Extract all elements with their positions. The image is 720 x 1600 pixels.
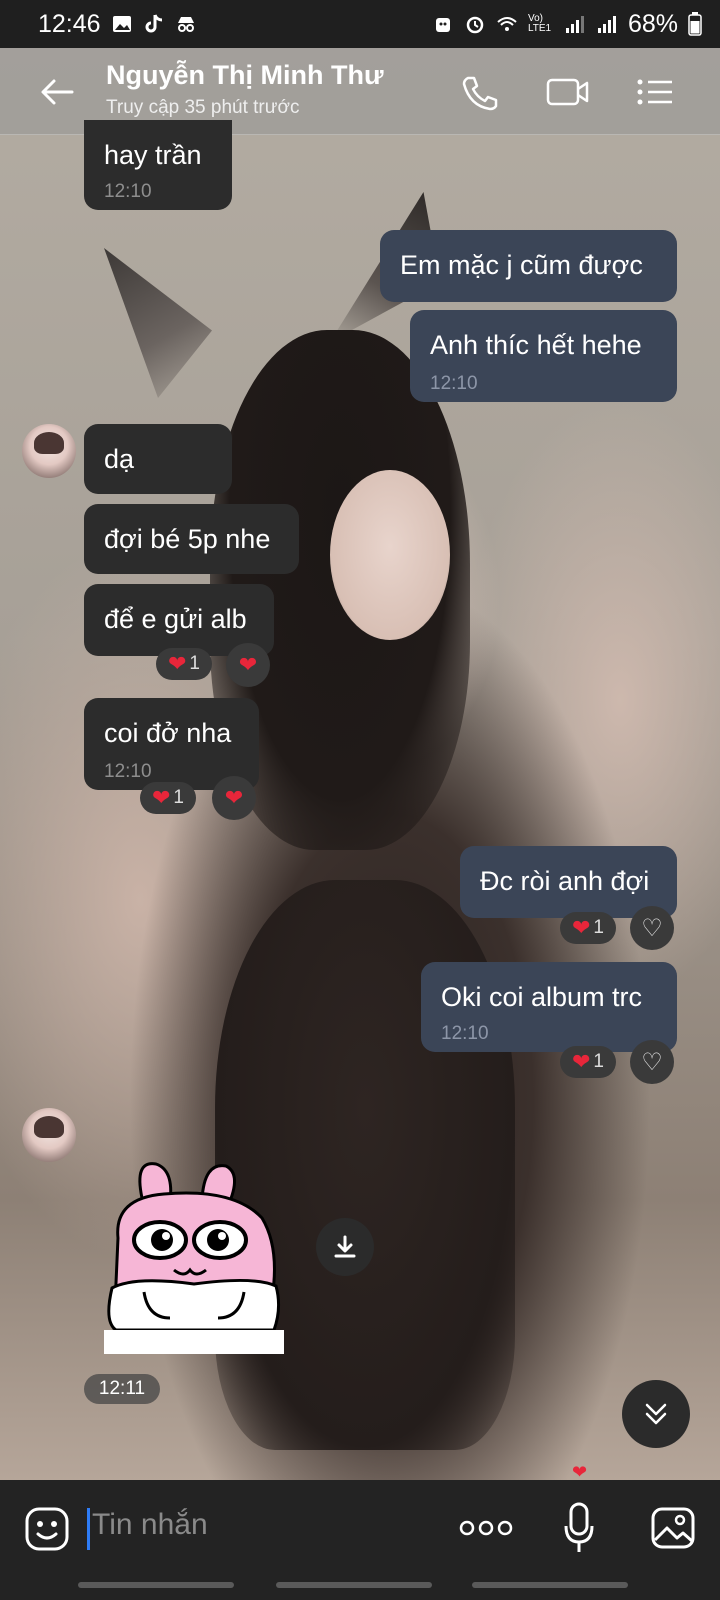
microphone-icon[interactable] [564, 1502, 594, 1554]
react-button[interactable]: ❤ [212, 776, 256, 820]
phone-call-icon[interactable] [458, 72, 502, 112]
incognito-icon [177, 17, 194, 32]
reaction-count: 1 [593, 917, 604, 938]
reaction-summary[interactable]: ❤ 1 [560, 912, 616, 944]
bunny-sticker[interactable] [104, 1158, 284, 1354]
status-bar: 12:46 Vo) LTE1 68% [0, 0, 720, 48]
image-gallery-icon[interactable] [650, 1506, 696, 1550]
heart-icon: ❤ [571, 915, 591, 940]
message-bubble[interactable]: dạ [84, 424, 232, 494]
video-call-icon[interactable] [546, 72, 590, 112]
message-bubble[interactable]: đợi bé 5p nhe [84, 504, 299, 574]
heart-outline-icon: ♡ [641, 914, 663, 942]
heart-icon: ❤ [571, 1049, 591, 1074]
message-bubble[interactable]: Oki coi album trc 12:10 [421, 962, 677, 1052]
double-chevron-down-icon [645, 1403, 667, 1425]
heart-icon: ❤ [151, 785, 171, 810]
message-bubble[interactable]: Anh thíc hết hehe 12:10 [410, 310, 677, 402]
status-time: 12:46 [38, 9, 101, 38]
message-text: coi đở nha [104, 718, 232, 748]
sticker-emoji-icon[interactable] [24, 1506, 70, 1552]
battery-icon [688, 12, 702, 36]
message-time: 12:10 [441, 1023, 489, 1044]
tiktok-icon [145, 14, 162, 33]
heart-outline-icon: ♡ [641, 1048, 663, 1076]
message-text: hay trần [104, 140, 202, 170]
signal-icon [565, 16, 584, 33]
alarm-icon [466, 16, 484, 34]
reaction-count: 1 [189, 653, 200, 674]
contact-info[interactable]: Nguyễn Thị Minh Thư Truy cập 35 phút trư… [106, 60, 384, 119]
nav-handle [78, 1582, 234, 1588]
reaction-summary[interactable]: ❤ 1 [156, 648, 212, 680]
nav-handle [276, 1582, 432, 1588]
signal-icon [597, 16, 616, 33]
contact-name: Nguyễn Thị Minh Thư [106, 60, 384, 90]
gallery-icon [112, 16, 131, 32]
react-button[interactable]: ♡ [630, 906, 674, 950]
react-button[interactable]: ❤ [226, 643, 270, 687]
wallpaper-shape [330, 470, 450, 640]
message-text: Em mặc j cũm được [400, 250, 643, 280]
nav-handle [472, 1582, 628, 1588]
message-bubble[interactable]: Em mặc j cũm được [380, 230, 677, 302]
message-text: Đc ròi anh đợi [480, 866, 650, 896]
wifi-icon [497, 17, 517, 31]
message-input[interactable]: Tin nhắn [92, 1508, 208, 1542]
contact-avatar[interactable] [22, 1108, 76, 1162]
reaction-summary[interactable]: ❤ 1 [140, 782, 196, 814]
heart-icon: ❤ [238, 652, 258, 677]
network-label: Vo) LTE1 [527, 13, 552, 34]
contact-avatar[interactable] [22, 424, 76, 478]
heart-icon: ❤ [224, 785, 244, 810]
message-time: 12:10 [104, 181, 152, 202]
last-seen-status: Truy cập 35 phút trước [106, 97, 300, 118]
message-text: dạ [104, 444, 135, 474]
download-icon [334, 1235, 356, 1258]
sticker-time: 12:11 [84, 1374, 160, 1404]
back-arrow-icon[interactable] [38, 72, 78, 112]
reaction-summary[interactable]: ❤ 1 [560, 1046, 616, 1078]
message-text: Anh thíc hết hehe [430, 330, 642, 360]
reaction-count: 1 [593, 1051, 604, 1072]
battery-percent: 68% [627, 9, 678, 38]
message-text: để e gửi alb [104, 604, 247, 634]
reaction-count: 1 [173, 787, 184, 808]
message-time: 12:10 [430, 373, 478, 394]
react-button[interactable]: ♡ [630, 1040, 674, 1084]
message-time: 12:10 [104, 761, 152, 782]
download-button[interactable] [316, 1218, 374, 1276]
lock-robot-icon [435, 18, 450, 32]
menu-list-icon[interactable] [634, 72, 678, 112]
message-text: đợi bé 5p nhe [104, 524, 271, 554]
heart-icon: ❤ [167, 651, 187, 676]
message-text: Oki coi album trc [441, 982, 643, 1012]
message-bubble[interactable]: hay trần 12:10 [84, 120, 232, 210]
scroll-to-bottom-button[interactable] [622, 1380, 690, 1448]
more-options-icon[interactable] [458, 1516, 514, 1540]
text-caret [87, 1508, 90, 1550]
